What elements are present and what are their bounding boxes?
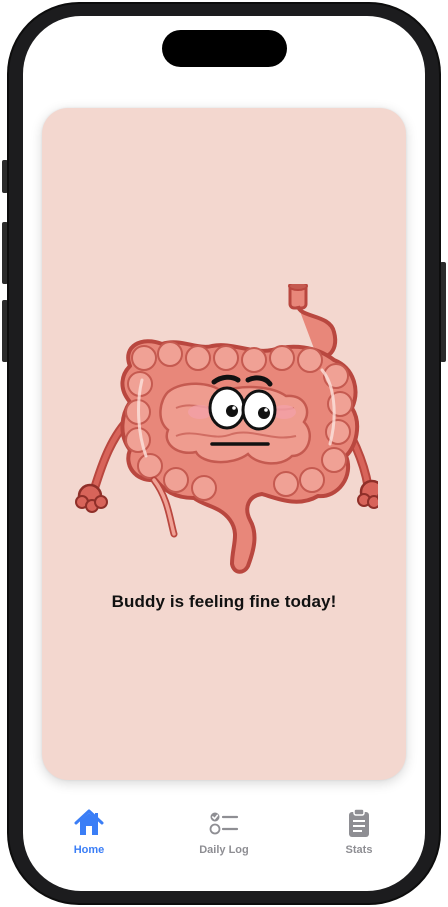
tab-stats[interactable]: Stats [304,808,414,864]
tab-stats-label: Stats [345,844,373,856]
tab-bar: Home Daily Log Stats [23,808,425,868]
clipboard-icon [343,808,375,838]
tab-daily-log-label: Daily Log [199,844,249,856]
intestine-mascot-icon [75,284,378,574]
mascot-status-message: Buddy is feeling fine today! [111,592,337,611]
device-frame: Buddy is feeling fine today! Home Daily … [0,0,448,907]
mascot-card: Buddy is feeling fine today! [42,108,406,780]
house-icon [73,808,105,838]
left-hand [75,483,108,513]
dynamic-island [162,30,287,67]
tab-daily-log[interactable]: Daily Log [169,808,279,864]
screen: Buddy is feeling fine today! Home Daily … [23,16,425,891]
tab-home[interactable]: Home [34,808,144,864]
tab-home-label: Home [73,844,105,856]
checklist-icon [208,808,240,838]
